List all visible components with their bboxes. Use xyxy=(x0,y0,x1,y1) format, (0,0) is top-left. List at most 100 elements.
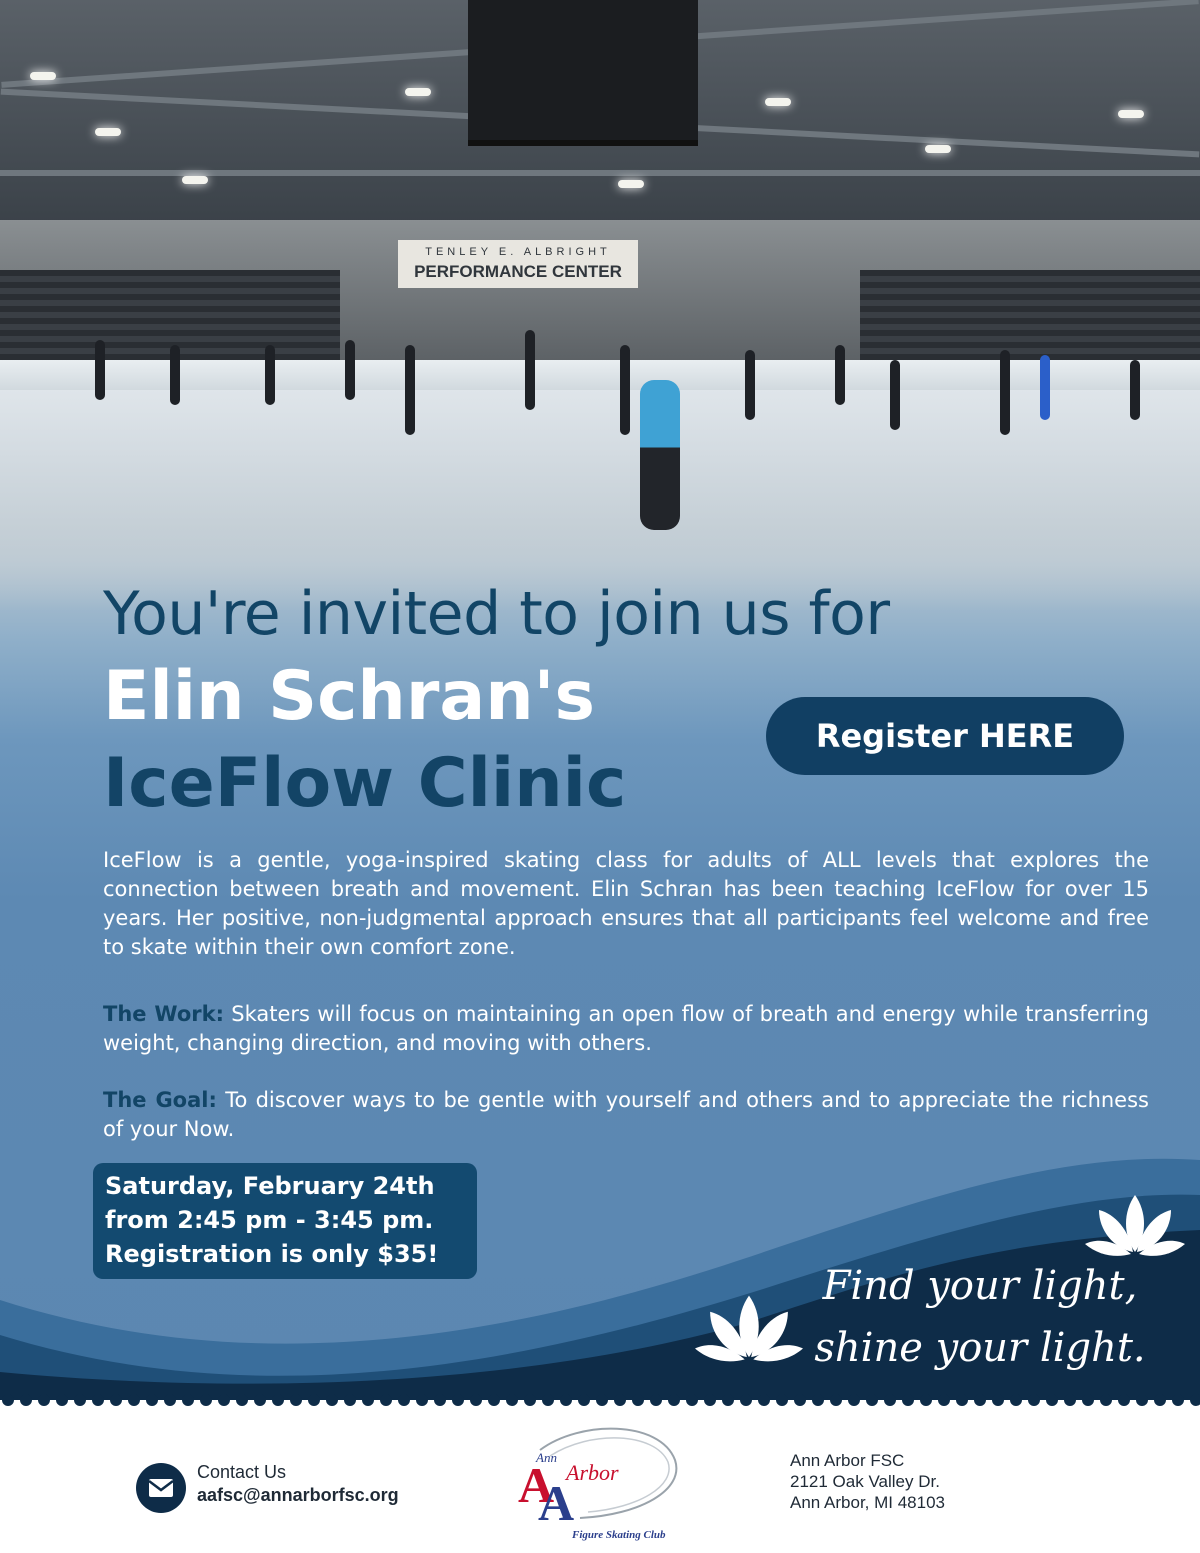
ceiling-light xyxy=(1118,110,1144,118)
roof-beam xyxy=(0,170,1200,176)
tagline-line-1: Find your light, xyxy=(822,1263,1138,1309)
contact-label: Contact Us xyxy=(197,1462,287,1482)
event-date: Saturday, February 24th xyxy=(105,1172,435,1200)
divider-dot xyxy=(812,1394,824,1406)
divider-dot xyxy=(848,1394,860,1406)
ceiling-light xyxy=(765,98,791,106)
skater xyxy=(405,345,415,435)
event-date-box: Saturday, February 24th from 2:45 pm - 3… xyxy=(93,1163,477,1279)
arena-stands-right xyxy=(860,270,1200,370)
divider-dot xyxy=(416,1394,428,1406)
divider-dot xyxy=(542,1394,554,1406)
divider-dot xyxy=(956,1394,968,1406)
club-address: Ann Arbor FSC 2121 Oak Valley Dr. Ann Ar… xyxy=(790,1450,945,1513)
divider-dot xyxy=(578,1394,590,1406)
address-name: Ann Arbor FSC xyxy=(790,1451,905,1470)
event-time: from 2:45 pm - 3:45 pm. xyxy=(105,1206,434,1234)
divider-dot xyxy=(2,1394,14,1406)
skater xyxy=(1040,355,1050,420)
divider-dot xyxy=(110,1394,122,1406)
divider-dot xyxy=(686,1394,698,1406)
divider-dot xyxy=(974,1394,986,1406)
divider-dot xyxy=(344,1394,356,1406)
divider-dot xyxy=(200,1394,212,1406)
divider-dot xyxy=(362,1394,374,1406)
ceiling-light xyxy=(405,88,431,96)
divider-dot xyxy=(794,1394,806,1406)
goal-label: The Goal: xyxy=(103,1088,217,1112)
work-paragraph: The Work: Skaters will focus on maintain… xyxy=(103,1000,1149,1058)
arena-banner-main: PERFORMANCE CENTER xyxy=(414,262,622,281)
goal-paragraph: The Goal: To discover ways to be gentle … xyxy=(103,1086,1149,1144)
skater xyxy=(265,345,275,405)
divider-dot xyxy=(20,1394,32,1406)
divider-dot xyxy=(776,1394,788,1406)
ceiling-light xyxy=(30,72,56,80)
divider-dot xyxy=(650,1394,662,1406)
instructor-name: Elin Schran's xyxy=(103,657,595,736)
mail-icon xyxy=(148,1479,174,1497)
invite-line: You're invited to join us for xyxy=(103,579,890,649)
divider-dot xyxy=(866,1394,878,1406)
divider-dot xyxy=(1100,1394,1112,1406)
divider-dot xyxy=(92,1394,104,1406)
skater xyxy=(170,345,180,405)
lotus-icon xyxy=(695,1295,803,1362)
tagline: Find your light, shine your light. xyxy=(800,1255,1160,1379)
divider-dot xyxy=(452,1394,464,1406)
arena-banner: TENLEY E. ALBRIGHT PERFORMANCE CENTER xyxy=(398,240,638,288)
divider-dot xyxy=(830,1394,842,1406)
logo-arbor: Arbor xyxy=(564,1460,619,1485)
skater xyxy=(890,360,900,430)
logo-caption: Figure Skating Club xyxy=(571,1529,666,1541)
ceiling-light xyxy=(925,145,951,153)
ceiling-light xyxy=(618,180,644,188)
divider-dot xyxy=(722,1394,734,1406)
dotted-divider xyxy=(0,1390,1200,1406)
divider-dot xyxy=(668,1394,680,1406)
divider-dot xyxy=(1064,1394,1076,1406)
divider-dot xyxy=(128,1394,140,1406)
divider-dot xyxy=(632,1394,644,1406)
divider-dot xyxy=(1028,1394,1040,1406)
clinic-title: IceFlow Clinic xyxy=(103,744,627,823)
skater xyxy=(525,330,535,410)
address-street: 2121 Oak Valley Dr. xyxy=(790,1472,940,1491)
divider-dot xyxy=(1010,1394,1022,1406)
divider-dot xyxy=(1046,1394,1058,1406)
skater xyxy=(1000,350,1010,435)
skater xyxy=(835,345,845,405)
address-city: Ann Arbor, MI 48103 xyxy=(790,1493,945,1512)
work-text: Skaters will focus on maintaining an ope… xyxy=(103,1002,1149,1055)
divider-dot xyxy=(758,1394,770,1406)
skater xyxy=(345,340,355,400)
club-logo: Ann A A Arbor Figure Skating Club xyxy=(518,1427,678,1541)
skater xyxy=(1130,360,1140,420)
divider-dot xyxy=(506,1394,518,1406)
divider-dot xyxy=(74,1394,86,1406)
divider-dot xyxy=(398,1394,410,1406)
divider-dot xyxy=(1136,1394,1148,1406)
divider-dot xyxy=(1172,1394,1184,1406)
divider-dot xyxy=(704,1394,716,1406)
divider-dot xyxy=(254,1394,266,1406)
contact-email-link[interactable]: aafsc@annarborfsc.org xyxy=(197,1485,399,1506)
divider-dot xyxy=(1118,1394,1130,1406)
divider-dot xyxy=(920,1394,932,1406)
flyer-poster: TENLEY E. ALBRIGHT PERFORMANCE CENTER Yo… xyxy=(0,0,1200,1400)
divider-dot xyxy=(218,1394,230,1406)
divider-dot xyxy=(884,1394,896,1406)
divider-dot xyxy=(902,1394,914,1406)
divider-dot xyxy=(1154,1394,1166,1406)
divider-dot xyxy=(992,1394,1004,1406)
divider-dot xyxy=(56,1394,68,1406)
divider-dot xyxy=(236,1394,248,1406)
divider-dot xyxy=(182,1394,194,1406)
instructor-skater xyxy=(640,380,680,530)
register-button[interactable]: Register HERE xyxy=(766,697,1124,775)
divider-dot xyxy=(560,1394,572,1406)
divider-dot xyxy=(290,1394,302,1406)
arena-banner-small: TENLEY E. ALBRIGHT xyxy=(425,246,611,258)
tagline-line-2: shine your light. xyxy=(814,1325,1146,1371)
divider-dot xyxy=(470,1394,482,1406)
